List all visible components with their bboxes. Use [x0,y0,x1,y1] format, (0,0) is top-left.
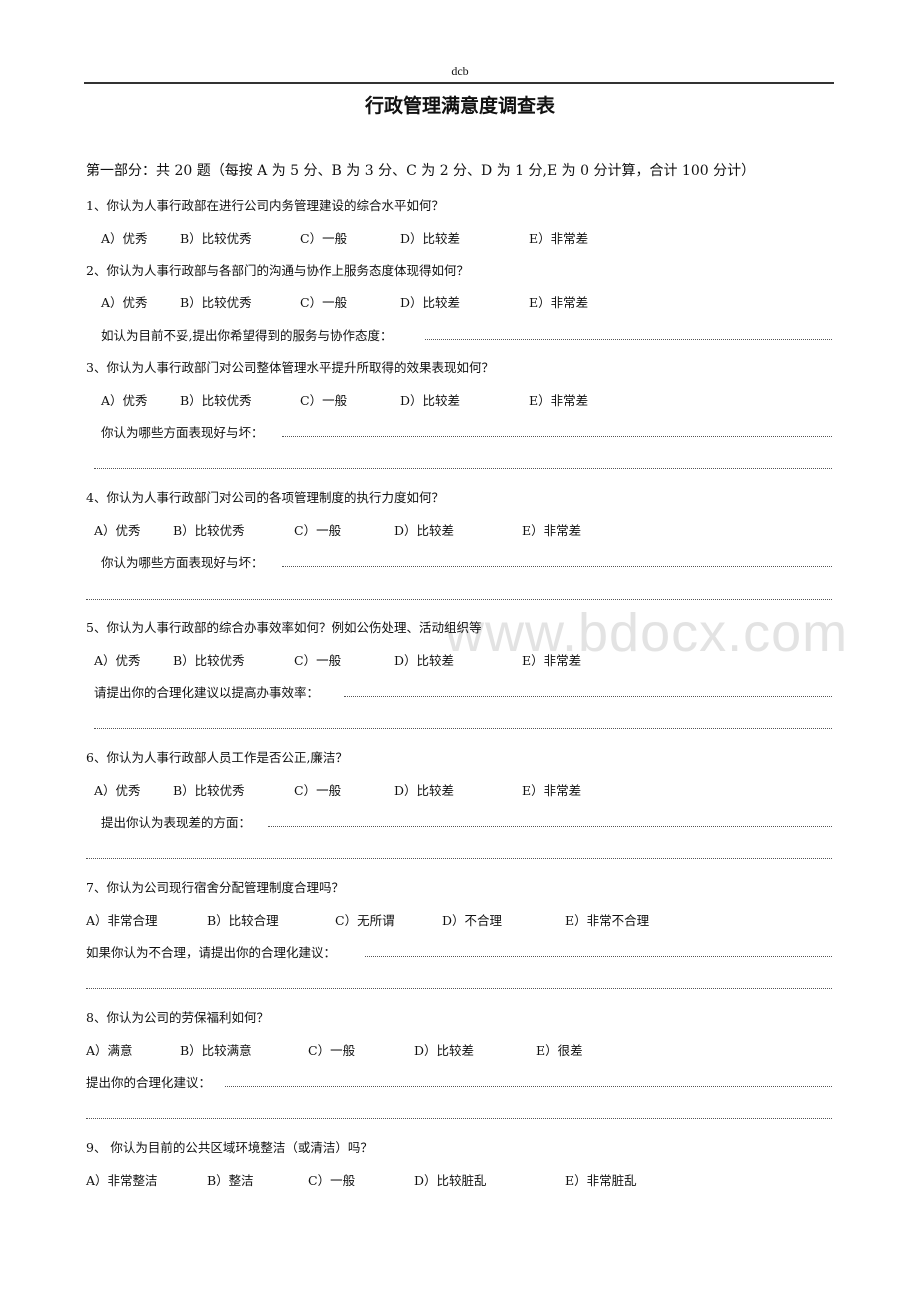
q5-answer-line-2[interactable] [94,728,832,729]
q6-option-d[interactable]: D）比较差 [394,780,454,799]
q4-option-e[interactable]: E）非常差 [522,520,581,539]
q7-option-e[interactable]: E）非常不合理 [565,910,649,929]
q8-prompt: 提出你的合理化建议： [86,1075,212,1090]
q1-option-e[interactable]: E）非常差 [529,228,588,247]
q9-option-c[interactable]: C）一般 [308,1170,355,1189]
question-8-text: 8、你认为公司的劳保福利如何？ [86,1010,269,1025]
question-7-text: 7、你认为公司现行宿舍分配管理制度合理吗？ [86,880,344,895]
watermark: www.bdocx.com [445,603,849,663]
header-rule [84,82,834,84]
question-2-text: 2、你认为人事行政部与各部门的沟通与协作上服务态度体现得如何？ [86,263,469,278]
q3-option-d[interactable]: D）比较差 [400,390,460,409]
q2-prompt: 如认为目前不妥,提出你希望得到的服务与协作态度： [101,328,393,343]
question-3-text: 3、你认为人事行政部门对公司整体管理水平提升所取得的效果表现如何？ [86,360,494,375]
q3-answer-line-2[interactable] [94,468,832,469]
q1-option-b[interactable]: B）比较优秀 [180,228,252,247]
q7-option-b[interactable]: B）比较合理 [207,910,279,929]
q3-option-a[interactable]: A）优秀 [101,390,148,409]
q6-prompt: 提出你认为表现差的方面： [101,815,252,830]
q8-option-a[interactable]: A）满意 [86,1040,133,1059]
page-header: dcb [451,64,469,78]
question-9-text: 9、 你认为目前的公共区域环境整洁（或清洁）吗？ [86,1140,373,1155]
q1-option-c[interactable]: C）一般 [300,228,347,247]
question-5-text: 5、你认为人事行政部的综合办事效率如何？例如公伤处理、活动组织等 [86,620,482,635]
q2-answer-line[interactable] [425,339,832,340]
q8-answer-line-1[interactable] [225,1086,832,1087]
q2-option-d[interactable]: D）比较差 [400,292,460,311]
q3-option-e[interactable]: E）非常差 [529,390,588,409]
q4-prompt: 你认为哪些方面表现好与坏： [101,555,264,570]
q8-option-c[interactable]: C）一般 [308,1040,355,1059]
q3-prompt: 你认为哪些方面表现好与坏： [101,425,264,440]
q5-answer-line-1[interactable] [344,696,832,697]
q7-option-a[interactable]: A）非常合理 [86,910,158,929]
q6-answer-line-2[interactable] [86,858,832,859]
q4-option-a[interactable]: A）优秀 [94,520,141,539]
q6-option-a[interactable]: A）优秀 [94,780,141,799]
q4-option-c[interactable]: C）一般 [294,520,341,539]
q4-answer-line-2[interactable] [86,599,832,600]
q9-option-d[interactable]: D）比较脏乱 [414,1170,487,1189]
q2-option-b[interactable]: B）比较优秀 [180,292,252,311]
q7-option-c[interactable]: C）无所谓 [335,910,395,929]
q3-answer-line-1[interactable] [282,436,832,437]
q8-option-d[interactable]: D）比较差 [414,1040,474,1059]
q6-option-c[interactable]: C）一般 [294,780,341,799]
q2-option-a[interactable]: A）优秀 [101,292,148,311]
q8-option-e[interactable]: E）很差 [536,1040,583,1059]
q9-option-a[interactable]: A）非常整洁 [86,1170,158,1189]
q9-option-e[interactable]: E）非常脏乱 [565,1170,637,1189]
q2-option-c[interactable]: C）一般 [300,292,347,311]
document-title: 行政管理满意度调查表 [364,95,555,117]
q1-option-d[interactable]: D）比较差 [400,228,460,247]
q7-answer-line-2[interactable] [86,988,832,989]
question-1-text: 1、你认为人事行政部在进行公司内务管理建设的综合水平如何？ [86,198,444,213]
question-4-text: 4、你认为人事行政部门对公司的各项管理制度的执行力度如何？ [86,490,444,505]
q5-option-e[interactable]: E）非常差 [522,650,581,669]
q5-option-c[interactable]: C）一般 [294,650,341,669]
q8-option-b[interactable]: B）比较满意 [180,1040,252,1059]
q3-option-c[interactable]: C）一般 [300,390,347,409]
q7-answer-line-1[interactable] [365,956,832,957]
q1-option-a[interactable]: A）优秀 [101,228,148,247]
question-6-text: 6、你认为人事行政部人员工作是否公正,廉洁？ [86,750,348,765]
q4-option-d[interactable]: D）比较差 [394,520,454,539]
q9-option-b[interactable]: B）整洁 [207,1170,254,1189]
q5-option-a[interactable]: A）优秀 [94,650,141,669]
q3-option-b[interactable]: B）比较优秀 [180,390,252,409]
q8-answer-line-2[interactable] [86,1118,832,1119]
q6-option-e[interactable]: E）非常差 [522,780,581,799]
q4-option-b[interactable]: B）比较优秀 [173,520,245,539]
q4-answer-line-1[interactable] [282,566,832,567]
q6-answer-line-1[interactable] [268,826,832,827]
q7-prompt: 如果你认为不合理，请提出你的合理化建议： [86,945,337,960]
q5-option-b[interactable]: B）比较优秀 [173,650,245,669]
q7-option-d[interactable]: D）不合理 [442,910,502,929]
section-intro: 第一部分：共 20 题（每按 A 为 5 分、B 为 3 分、C 为 2 分、D… [86,163,756,179]
q6-option-b[interactable]: B）比较优秀 [173,780,245,799]
q2-option-e[interactable]: E）非常差 [529,292,588,311]
q5-prompt: 请提出你的合理化建议以提高办事效率： [94,685,320,700]
q5-option-d[interactable]: D）比较差 [394,650,454,669]
